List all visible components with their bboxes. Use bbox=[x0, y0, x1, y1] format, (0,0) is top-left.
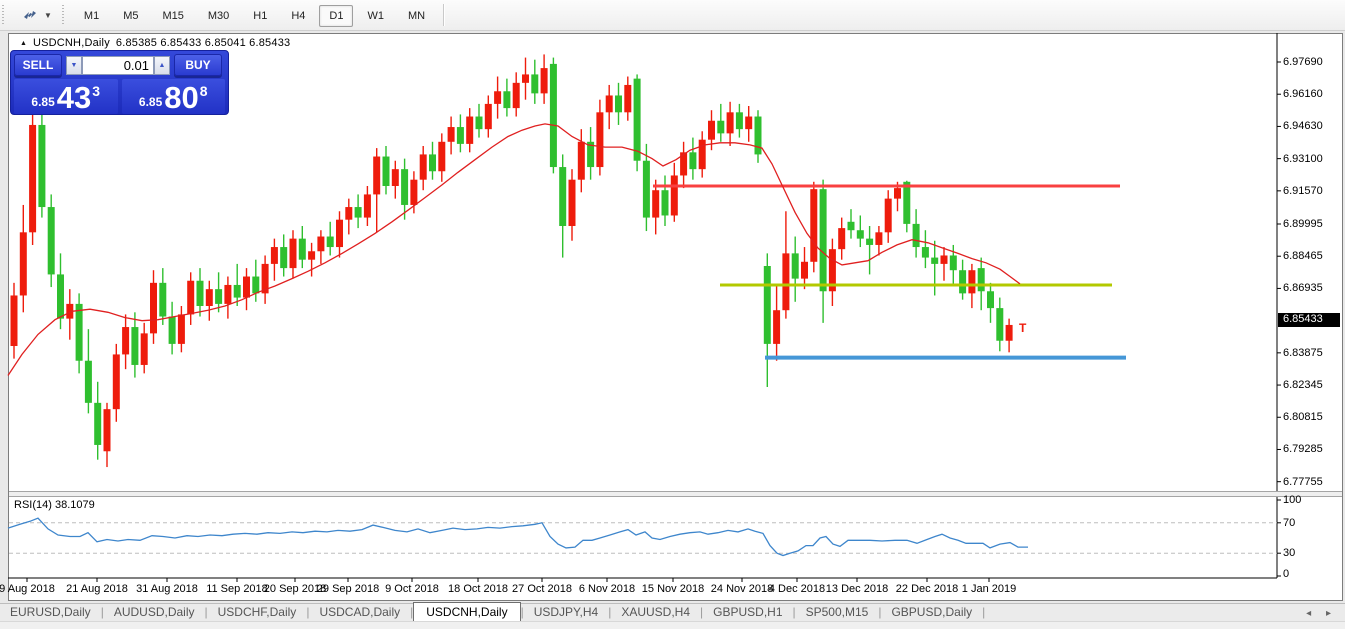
chart-window bbox=[8, 33, 1343, 601]
price-axis-label: 6.93100 bbox=[1283, 153, 1323, 165]
price-axis-label: 6.82345 bbox=[1283, 379, 1323, 391]
chart-tab-bar: EURUSD,Daily|AUDUSD,Daily|USDCHF,Daily|U… bbox=[0, 603, 1345, 621]
one-click-trade-panel: SELL ▼ ▲ BUY 6.85 43 3 6.85 80 8 bbox=[10, 50, 229, 115]
date-axis-label: 29 Sep 2018 bbox=[317, 583, 379, 595]
chart-title: ▲ USDCNH,Daily 6.85385 6.85433 6.85041 6… bbox=[20, 37, 290, 49]
timeframe-button-w1[interactable]: W1 bbox=[357, 5, 394, 27]
sell-price-box[interactable]: 6.85 43 3 bbox=[14, 79, 118, 114]
buy-price-box[interactable]: 6.85 80 8 bbox=[122, 79, 226, 114]
price-axis-label: 6.83875 bbox=[1283, 347, 1323, 359]
date-axis-label: 4 Dec 2018 bbox=[769, 583, 825, 595]
price-axis-label: 6.80815 bbox=[1283, 411, 1323, 423]
volume-down-spinner[interactable]: ▼ bbox=[66, 56, 82, 75]
rsi-axis-label: 100 bbox=[1283, 494, 1301, 506]
date-axis-label: 9 Oct 2018 bbox=[385, 583, 439, 595]
date-axis-label: 31 Aug 2018 bbox=[136, 583, 198, 595]
price-axis-label: 6.89995 bbox=[1283, 218, 1323, 230]
timeframe-toolbar: M1M5M15M30H1H4D1W1MN bbox=[72, 6, 437, 24]
chart-tab-usdjpy-h4[interactable]: USDJPY,H4 bbox=[524, 603, 608, 621]
toolbar-grip[interactable] bbox=[2, 5, 6, 25]
price-axis-label: 6.77755 bbox=[1283, 476, 1323, 488]
chart-symbol-label: USDCNH,Daily bbox=[33, 37, 110, 49]
price-axis-label: 6.88465 bbox=[1283, 250, 1323, 262]
timeframe-button-mn[interactable]: MN bbox=[398, 5, 435, 27]
buy-price-prefix: 6.85 bbox=[139, 95, 162, 109]
chart-tab-usdchf-daily[interactable]: USDCHF,Daily bbox=[208, 603, 307, 621]
chart-tools-arrows-icon[interactable] bbox=[20, 6, 40, 24]
date-axis-label: 21 Aug 2018 bbox=[66, 583, 128, 595]
date-axis-label: 13 Dec 2018 bbox=[826, 583, 888, 595]
rsi-pane-splitter[interactable] bbox=[9, 491, 1342, 497]
timeframe-button-m1[interactable]: M1 bbox=[74, 5, 109, 27]
rsi-axis-label: 70 bbox=[1283, 517, 1295, 529]
date-axis-label: 9 Aug 2018 bbox=[0, 583, 55, 595]
chart-ohlc-values: 6.85385 6.85433 6.85041 6.85433 bbox=[116, 37, 290, 49]
volume-input[interactable] bbox=[82, 56, 154, 75]
toolbar-separator bbox=[443, 4, 444, 26]
timeframe-button-m5[interactable]: M5 bbox=[113, 5, 148, 27]
price-axis-label: 6.97690 bbox=[1283, 56, 1323, 68]
chevron-down-icon[interactable]: ▼ bbox=[44, 11, 52, 20]
chart-tab-usdcad-daily[interactable]: USDCAD,Daily bbox=[309, 603, 410, 621]
date-axis-label: 6 Nov 2018 bbox=[579, 583, 635, 595]
volume-up-spinner[interactable]: ▲ bbox=[154, 56, 170, 75]
chart-tab-gbpusd-h1[interactable]: GBPUSD,H1 bbox=[703, 603, 792, 621]
date-axis-label: 24 Nov 2018 bbox=[711, 583, 773, 595]
date-axis-label: 18 Oct 2018 bbox=[448, 583, 508, 595]
price-axis-label: 6.79285 bbox=[1283, 443, 1323, 455]
status-bar bbox=[0, 621, 1345, 629]
sell-price-prefix: 6.85 bbox=[31, 95, 54, 109]
sell-button[interactable]: SELL bbox=[14, 54, 62, 76]
price-axis-label: 6.86935 bbox=[1283, 282, 1323, 294]
current-price-badge: 6.85433 bbox=[1278, 313, 1340, 327]
buy-price-big: 80 bbox=[164, 83, 198, 113]
top-toolbar: ▼ M1M5M15M30H1H4D1W1MN bbox=[0, 0, 1345, 31]
timeframe-button-d1[interactable]: D1 bbox=[319, 5, 353, 27]
chart-tab-sp500-m15[interactable]: SP500,M15 bbox=[796, 603, 879, 621]
chart-tab-eurusd-daily[interactable]: EURUSD,Daily bbox=[0, 603, 101, 621]
rsi-axis-label: 30 bbox=[1283, 547, 1295, 559]
price-axis-label: 6.91570 bbox=[1283, 185, 1323, 197]
collapse-triangle-icon[interactable]: ▲ bbox=[20, 40, 27, 47]
date-axis-label: 1 Jan 2019 bbox=[962, 583, 1016, 595]
chart-tab-gbpusd-daily[interactable]: GBPUSD,Daily bbox=[881, 603, 982, 621]
chart-tab-usdcnh-daily[interactable]: USDCNH,Daily bbox=[413, 602, 520, 622]
tab-scroll-arrows[interactable]: ◂ ▸ bbox=[1306, 608, 1337, 621]
rsi-indicator-label: RSI(14) 38.1079 bbox=[14, 499, 95, 511]
sell-price-sup: 3 bbox=[92, 83, 100, 99]
tab-separator: | bbox=[982, 603, 985, 621]
buy-button[interactable]: BUY bbox=[174, 54, 222, 76]
price-axis-label: 6.96160 bbox=[1283, 88, 1323, 100]
triangle-down-icon: ▼ bbox=[71, 62, 78, 69]
timeframe-button-h4[interactable]: H4 bbox=[281, 5, 315, 27]
sell-price-big: 43 bbox=[57, 83, 91, 113]
chart-tab-xauusd-h4[interactable]: XAUUSD,H4 bbox=[611, 603, 700, 621]
date-axis-label: 15 Nov 2018 bbox=[642, 583, 704, 595]
price-axis-label: 6.94630 bbox=[1283, 120, 1323, 132]
date-axis-label: 27 Oct 2018 bbox=[512, 583, 572, 595]
triangle-up-icon: ▲ bbox=[159, 62, 166, 69]
timeframe-button-m30[interactable]: M30 bbox=[198, 5, 239, 27]
rsi-axis-label: 0 bbox=[1283, 568, 1289, 580]
timeframe-button-m15[interactable]: M15 bbox=[152, 5, 193, 27]
date-axis-label: 22 Dec 2018 bbox=[896, 583, 958, 595]
date-axis-label: 11 Sep 2018 bbox=[206, 583, 268, 595]
buy-price-sup: 8 bbox=[200, 83, 208, 99]
timeframe-button-h1[interactable]: H1 bbox=[243, 5, 277, 27]
chart-tab-audusd-daily[interactable]: AUDUSD,Daily bbox=[104, 603, 205, 621]
toolbar-grip-2[interactable] bbox=[62, 5, 66, 25]
